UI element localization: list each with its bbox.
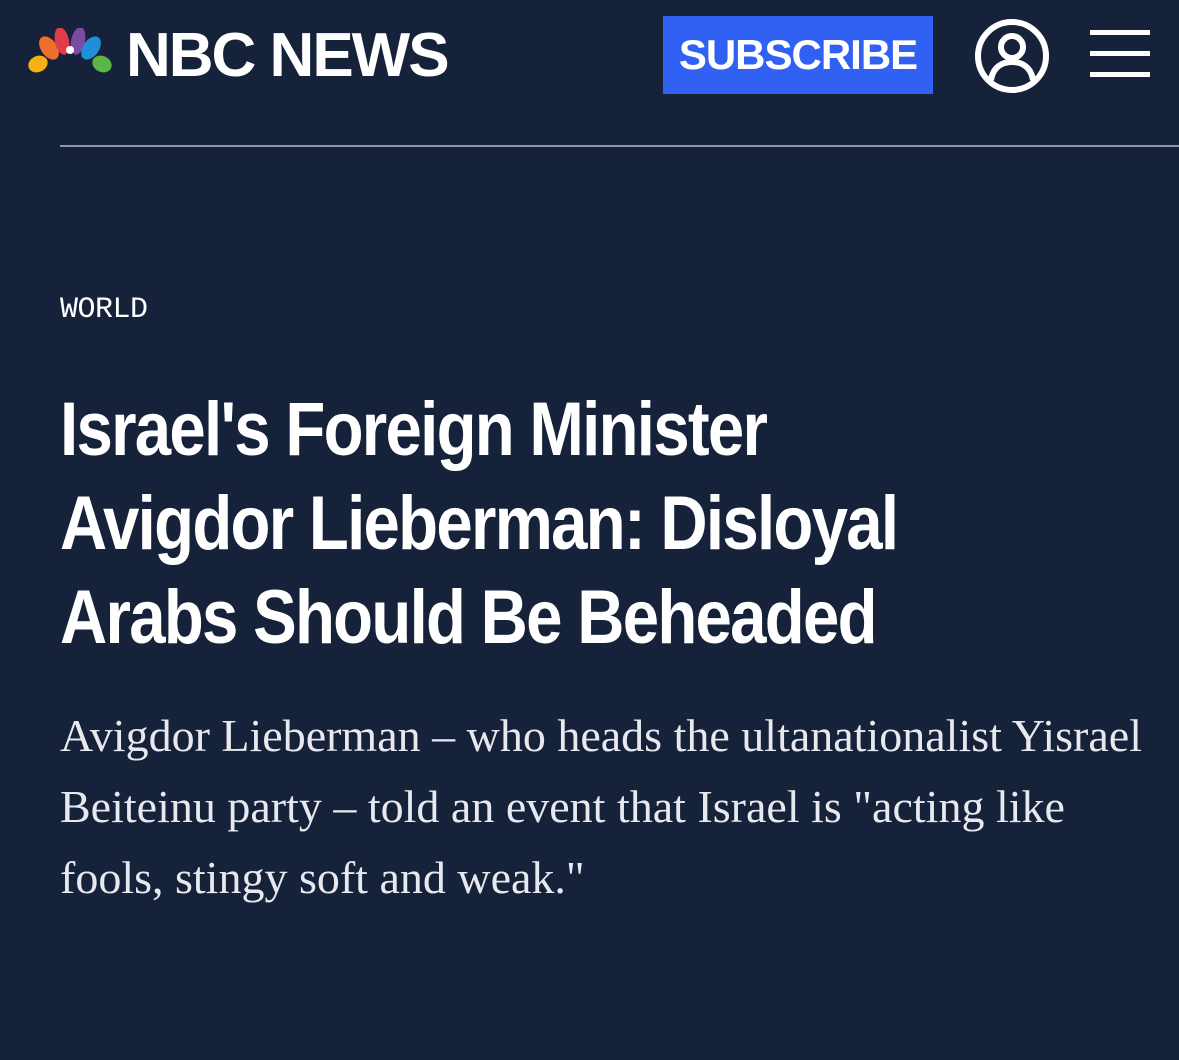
nbc-news-logo-link[interactable]: NBC NEWS — [28, 21, 450, 90]
article-dek: Avigdor Lieberman – who heads the ultana… — [60, 710, 1142, 903]
brand-name: NBC NEWS — [126, 21, 450, 90]
subscribe-button[interactable]: SUBSCRIBE — [663, 16, 933, 94]
menu-button[interactable] — [1090, 30, 1150, 80]
header-divider — [60, 145, 1179, 147]
account-button[interactable] — [973, 17, 1051, 95]
user-account-icon — [975, 19, 1049, 93]
article-headline: Israel's Foreign Minister Avigdor Lieber… — [60, 387, 899, 660]
nbc-peacock-icon — [28, 28, 112, 84]
section-link-world[interactable]: WORLD — [60, 293, 148, 327]
site-header: NBC NEWS SUBSCRIBE — [0, 0, 1179, 146]
